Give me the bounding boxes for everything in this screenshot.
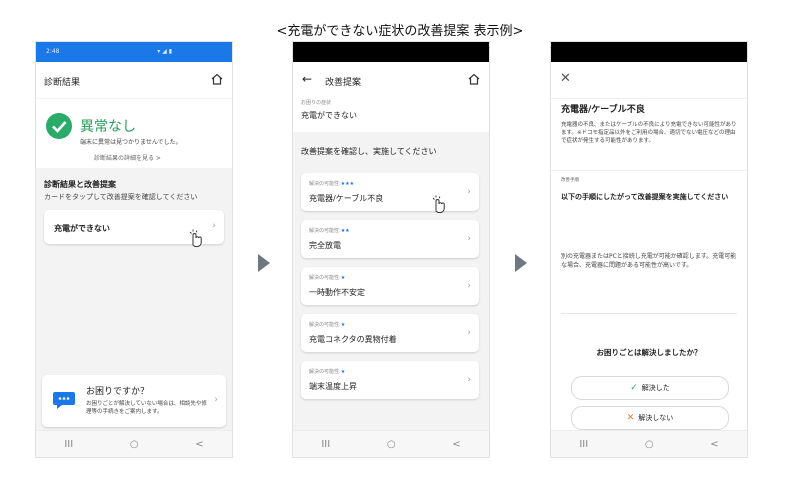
steps-body: 別の充電器またはPCと接続し充電が可能か確認します。充電可能な場合、充電器に問題… [561, 253, 737, 269]
section-subtitle: カードをタップして改善提案を確認してください [44, 193, 198, 201]
proposal-card[interactable]: 解決の可能性:★ 充電コネクタの異物付着 › [301, 314, 479, 352]
proposal-name: 端末温度上昇 [309, 382, 357, 391]
proposal-name: 充電コネクタの異物付着 [309, 335, 397, 344]
solved-button[interactable]: ✓ 解決した [571, 376, 729, 400]
chevron-right-icon: › [467, 234, 471, 244]
result-title: 異常なし [80, 119, 136, 135]
status-bar: 2:48 ▾ ◢ ▮ [36, 42, 232, 62]
check-icon [46, 113, 72, 139]
chevron-right-icon: › [467, 375, 471, 385]
flow-arrow [515, 254, 527, 272]
steps-tag: 改善手順 [561, 178, 579, 183]
recent-apps-button[interactable]: III [321, 439, 330, 450]
result-subtitle: 端末に異常は見つかりませんでした。 [80, 139, 182, 146]
app-bar: ← 改善提案 [293, 62, 489, 98]
divider [551, 170, 747, 171]
back-button[interactable]: < [195, 439, 203, 450]
proposal-card[interactable]: 解決の可能性:★ 端末温度上昇 › [301, 361, 479, 399]
back-button[interactable]: < [710, 439, 718, 450]
chevron-right-icon: › [467, 328, 471, 338]
probability-label: 解決の可能性:★ [309, 369, 346, 375]
chat-bubble-icon [53, 392, 75, 409]
help-card[interactable]: お困りですか？ お困りごとが解決していない場合は、相談先や修理等の手続きをご案内… [42, 375, 226, 427]
section-title: 診断結果と改善提案 [44, 180, 116, 189]
cross-mark-icon: ✕ [626, 413, 635, 423]
proposal-card[interactable]: 解決の可能性:★★★ 充電器/ケーブル不良 › [301, 173, 479, 211]
chevron-right-icon: › [214, 395, 218, 405]
proposal-heading: 改善提案を確認し、実施してください [301, 147, 437, 156]
proposal-name: 一時動作不安定 [309, 288, 365, 297]
app-bar-title: 診断結果 [44, 78, 81, 88]
proposal-card[interactable]: 解決の可能性:★★ 完全放電 › [301, 220, 479, 258]
phone-improvement-list: ← 改善提案 お困りの症状 充電ができない 改善提案を確認し、実施してください … [293, 42, 489, 457]
probability-stars: ★ [340, 275, 346, 281]
probability-stars: ★★★ [340, 181, 355, 187]
phone-improvement-detail: ✕ 充電器/ケーブル不良 充電器の不良、またはケーブルの不良により充電できない可… [551, 42, 747, 457]
status-time: 2:48 [46, 48, 60, 55]
divider [551, 98, 747, 99]
app-bar: 診断結果 [36, 62, 232, 98]
status-bar [293, 42, 489, 62]
probability-stars: ★ [340, 322, 346, 328]
probability-label: 解決の可能性:★★ [309, 228, 350, 234]
help-subtitle: お困りごとが解決していない場合は、相談先や修理等の手続きをご案内します。 [86, 401, 207, 415]
recent-apps-button[interactable]: III [64, 439, 73, 450]
chevron-right-icon: › [467, 281, 471, 291]
proposal-card[interactable]: 解決の可能性:★ 一時動作不安定 › [301, 267, 479, 305]
nav-bar: III ○ < [293, 430, 489, 457]
probability-stars: ★★ [340, 228, 350, 234]
home-button[interactable]: ○ [387, 439, 396, 450]
home-button[interactable]: ○ [645, 439, 654, 450]
probability-label: 解決の可能性:★★★ [309, 181, 355, 187]
page-title: <充電ができない症状の改善提案 表示例> [276, 24, 524, 39]
detail-title: 充電器/ケーブル不良 [561, 105, 645, 115]
status-icons: ▾ ◢ ▮ [157, 48, 172, 55]
tap-hand-icon [189, 229, 202, 248]
divider [561, 313, 737, 314]
solved-label: 解決した [641, 384, 670, 392]
back-button[interactable]: < [452, 439, 460, 450]
not-solved-label: 解決しない [638, 414, 674, 422]
resolved-question: お困りごとは解決しましたか？ [596, 348, 702, 357]
symptom-text: 充電ができない [301, 111, 357, 120]
app-bar-title: 改善提案 [325, 78, 362, 88]
check-mark-icon: ✓ [630, 383, 638, 393]
phone-diagnosis-result: 2:48 ▾ ◢ ▮ 診断結果 異常なし 端末に異常は見つかりませんでした。 診… [36, 42, 232, 457]
not-solved-button[interactable]: ✕ 解決しない [571, 406, 729, 430]
chevron-right-icon: › [212, 221, 216, 231]
recent-apps-button[interactable]: III [579, 439, 588, 450]
flow-arrow [258, 254, 270, 272]
symptom-caption: お困りの症状 [301, 100, 332, 106]
nav-bar: III ○ < [551, 430, 747, 457]
proposal-name: 完全放電 [309, 241, 341, 250]
probability-stars: ★ [340, 369, 346, 375]
nav-bar: III ○ < [36, 430, 232, 457]
probability-label: 解決の可能性:★ [309, 275, 346, 281]
symptom-card-label: 充電ができない [54, 224, 110, 233]
chevron-right-icon: › [467, 187, 471, 197]
back-arrow-icon[interactable]: ← [302, 72, 312, 86]
detail-description: 充電器の不良、またはケーブルの不良により充電できない可能性があります。※ドコモ指… [561, 122, 737, 144]
home-button[interactable]: ○ [130, 439, 139, 450]
probability-label: 解決の可能性:★ [309, 322, 346, 328]
close-icon[interactable]: ✕ [560, 71, 571, 86]
proposal-name: 充電器/ケーブル不良 [309, 194, 384, 203]
tap-hand-icon [432, 195, 445, 214]
app-bar: ✕ [551, 62, 747, 98]
home-icon[interactable] [210, 72, 224, 86]
home-icon[interactable] [467, 72, 481, 86]
steps-title: 以下の手順にしたがって改善提案を実施してください [561, 193, 729, 201]
help-title: お困りですか？ [86, 387, 150, 397]
detail-link[interactable]: 診断結果の詳細を見る > [94, 153, 161, 162]
status-bar [551, 42, 747, 62]
